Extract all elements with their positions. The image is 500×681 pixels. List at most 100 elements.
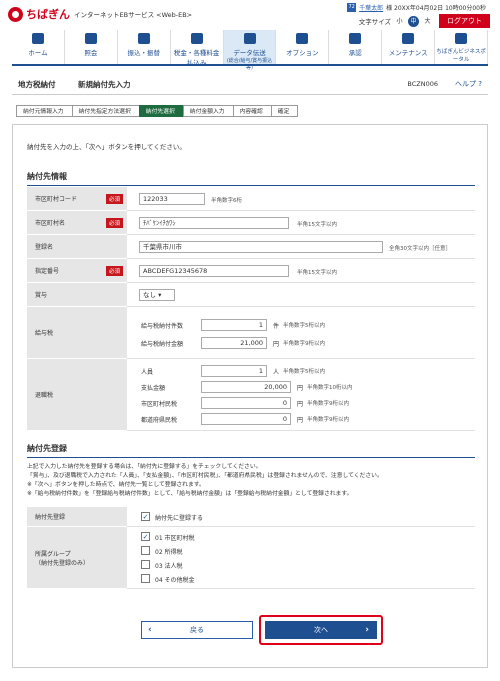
reg-check-label: 納付先登録 (35, 514, 66, 521)
city-code-input[interactable]: 122033 (139, 193, 205, 205)
ret-people-input[interactable]: 1 (201, 365, 267, 377)
register-checkbox[interactable]: ✓ (141, 512, 150, 521)
city-code-hint: 半角数字6桁 (211, 198, 242, 204)
font-large-button[interactable]: 大 (422, 16, 433, 27)
unit-label: 円 (297, 401, 304, 408)
reg-check-cell: ✓ 納付先に登録する (127, 507, 475, 527)
nav-label: オプション (286, 49, 319, 57)
ret-city-input[interactable]: 0 (201, 397, 291, 409)
nav-data[interactable]: データ伝送 (総合/給与/賞与振込等) (223, 30, 277, 71)
spec-no-input[interactable]: ABCDEFG12345678 (139, 265, 289, 277)
portal-icon (455, 33, 468, 44)
spec-no-hint: 半角15文字以内 (297, 270, 337, 276)
ret-pref-hint: 半角数字9桁以内 (307, 417, 349, 423)
transfer-icon (137, 33, 150, 44)
required-badge: 必須 (105, 193, 123, 204)
nav-sublabel: (総合/給与/賞与振込等) (226, 58, 273, 71)
spec-no-label-cell: 指定番号 必須 (27, 259, 127, 283)
font-small-button[interactable]: 小 (394, 16, 405, 27)
nav-transfer[interactable]: 振込・振替 (118, 30, 171, 64)
global-nav: ホーム 照会 振込・振替 税金・各種料金払込み データ伝送 (総合/給与/賞与振込… (12, 30, 489, 71)
nav-maintenance[interactable]: メンテナンス (382, 30, 436, 64)
salary-count-input[interactable]: 1 (201, 319, 267, 331)
city-name-label-cell: 市区町村名 必須 (27, 211, 127, 235)
nav-inquiry[interactable]: 照会 (65, 30, 118, 64)
nav-label: ホーム (28, 49, 48, 57)
unit-label: 円 (297, 385, 304, 392)
payee-section-title: 納付先情報 (27, 172, 67, 181)
group-option-label[interactable]: 01 市区町村税 (155, 533, 195, 542)
reg-name-cell: 千葉県市川市 全角30文字以内［任意］ (127, 235, 475, 259)
section-divider (27, 457, 475, 458)
reg-name-input[interactable]: 千葉県市川市 (139, 241, 383, 253)
chevron-right-icon: › (365, 625, 369, 635)
city-name-input[interactable]: ﾁﾊﾞｹﾝｲﾁｶﾜｼ (139, 217, 289, 229)
login-datetime: 様 20XX年04月02日 10時00分00秒 (386, 5, 486, 12)
back-button[interactable]: ‹ 戻る (141, 621, 253, 639)
bonus-label: 賞与 (35, 292, 48, 299)
step-1: 納付元情報入力 (16, 105, 73, 117)
ret-city-label: 市区町村民税 (141, 401, 178, 408)
salary-label-cell: 給与税 (27, 307, 127, 359)
group-checkbox-04[interactable] (141, 574, 150, 583)
next-button[interactable]: 次へ › (265, 621, 377, 639)
maintenance-icon (402, 33, 415, 44)
user-icon: 72 (347, 3, 357, 12)
service-name: インターネットEBサービス <Web-EB> (74, 11, 193, 19)
progress-steps: 納付元情報入力 納付先指定方法選択 納付先選択 納付金額入力 内容確認 確定 (16, 105, 332, 117)
bonus-select[interactable]: なし ▾ (139, 289, 175, 301)
home-icon (31, 33, 44, 44)
ret-city-hint: 半角数字9桁以内 (307, 401, 349, 407)
nav-label: ちばぎんビジネスポータル (436, 49, 486, 63)
help-link[interactable]: ヘルプ ? (455, 79, 482, 89)
ret-pay-label: 支払金額 (141, 385, 166, 392)
screen-code: BCZN006 (407, 80, 438, 88)
reg-name-hint: 全角30文字以内［任意］ (389, 246, 451, 252)
user-info: 72 千葉太郎 様 20XX年04月02日 10時00分00秒 (347, 3, 486, 12)
group-sublabel: （納付先登録のみ） (35, 559, 90, 567)
group-checkbox-03[interactable] (141, 560, 150, 569)
logout-button[interactable]: ログアウト (439, 14, 490, 28)
salary-amount-input[interactable]: 21,000 (201, 337, 267, 349)
nav-label: メンテナンス (388, 49, 428, 57)
section-divider (27, 185, 475, 186)
group-label: 所属グループ (35, 550, 71, 558)
salary-label: 給与税 (35, 330, 54, 337)
group-checkbox-01[interactable]: ✓ (141, 532, 150, 541)
user-name-link[interactable]: 千葉太郎 (359, 3, 383, 12)
register-section-title: 納付先登録 (27, 444, 67, 453)
nav-label: 税金・各種料金払込み (173, 49, 220, 67)
font-mid-button[interactable]: 中 (408, 15, 419, 27)
note-line: 上記で入力した納付先を登録する場合は、「納付先に登録する」をチェックしてください… (27, 464, 262, 470)
nav-approval[interactable]: 承認 (329, 30, 383, 64)
register-checkbox-label[interactable]: 納付先に登録する (155, 513, 203, 522)
nav-option[interactable]: オプション (276, 30, 330, 64)
group-option-label[interactable]: 04 その他税金 (155, 575, 195, 584)
reg-name-label-cell: 登録名 (27, 235, 127, 259)
group-option-label[interactable]: 03 法人税 (155, 561, 183, 570)
group-label-cell: 所属グループ （納付先登録のみ） (27, 527, 127, 589)
bonus-label-cell: 賞与 (27, 283, 127, 307)
ret-pay-input[interactable]: 20,000 (201, 381, 291, 393)
step-2: 納付先指定方法選択 (71, 105, 140, 117)
city-code-cell: 122033 半角数字6桁 (127, 187, 475, 211)
note-line: ※「給与税納付件数」を「登録給与税納付件数」として、「給与税納付金額」は「登録給… (27, 491, 353, 497)
nav-portal[interactable]: ちばぎんビジネスポータル (435, 30, 489, 64)
ret-pref-input[interactable]: 0 (201, 413, 291, 425)
nav-home[interactable]: ホーム (12, 30, 65, 64)
salary-amount-label: 給与税納付金額 (141, 341, 184, 348)
group-option-label[interactable]: 02 所得税 (155, 547, 183, 556)
ret-people-hint: 半角数字5桁以内 (283, 369, 325, 375)
salary-count-label: 給与税納付件数 (141, 323, 184, 330)
data-icon (243, 33, 256, 44)
note-line: 「賞与」、及び退職税で入力された「人員」、「支払金額」、「市区町村民税」、「都道… (27, 473, 383, 479)
intro-text: 納付先を入力の上、「次へ」ボタンを押してください。 (27, 143, 186, 151)
inquiry-icon (84, 33, 97, 44)
main-panel: 納付先を入力の上、「次へ」ボタンを押してください。 納付先情報 市区町村コード必… (12, 124, 488, 668)
reg-check-label-cell: 納付先登録 (27, 507, 127, 527)
bank-logo[interactable]: ちばぎん インターネットEBサービス <Web-EB> (8, 6, 192, 22)
group-checkbox-02[interactable] (141, 546, 150, 555)
ret-pref-label: 都道府県民税 (141, 417, 178, 424)
dropdown-arrow-icon: ▾ (158, 291, 162, 299)
nav-tax[interactable]: 税金・各種料金払込み (171, 30, 224, 67)
